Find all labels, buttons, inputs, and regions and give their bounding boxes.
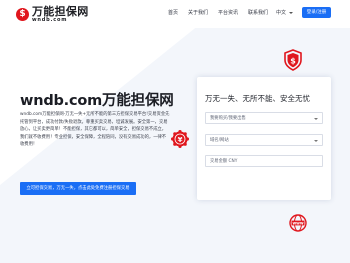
amount-input[interactable]: 交易金额 CNY — [205, 155, 323, 167]
login-register-button[interactable]: 登录/注册 — [302, 7, 331, 18]
amount-input-placeholder: 交易金额 CNY — [210, 159, 238, 164]
trade-form-card: 万无一失、无所不能、安全无忧 我要购买/我要出售 域名/网站 交易金额 CNY — [197, 77, 331, 200]
hero-title: wndb.com万能担保网 — [20, 93, 174, 109]
nav-item-home[interactable]: 首页 — [168, 9, 178, 16]
svg-text:¥: ¥ — [178, 136, 183, 144]
buy-sell-select-label: 我要购买/我要出售 — [210, 116, 246, 121]
brand-domain: wndb.com — [32, 16, 68, 23]
yuan-seal-icon: ¥ — [171, 130, 189, 148]
svg-text:$: $ — [290, 56, 296, 65]
chevron-down-icon — [314, 140, 318, 142]
dollar-seal-icon: $ — [284, 49, 302, 71]
top-header: 万能担保网 wndb.com 首页 关于我们 平台资讯 联系我们 中文 登录/注… — [0, 0, 350, 28]
item-type-select-label: 域名/网站 — [210, 138, 229, 143]
register-cta-button[interactable]: 立可担保交易，万无一失，点击此处免费注册担保交易 — [20, 182, 136, 195]
nav-item-about[interactable]: 关于我们 — [188, 9, 208, 16]
main-nav: 首页 关于我们 平台资讯 联系我们 — [168, 9, 278, 16]
chevron-down-icon — [289, 11, 294, 14]
brand-logo-icon — [16, 7, 29, 21]
nav-item-contact[interactable]: 联系我们 — [248, 9, 268, 16]
svg-text:www: www — [292, 221, 303, 226]
brand-logo-text: 万能担保网 wndb.com — [32, 6, 89, 23]
chevron-down-icon — [314, 118, 318, 120]
hero-description: wndb.com万能担保网-万无一失+无所不能的第三方担保交易平台!交易资金先托… — [20, 112, 170, 147]
brand-title: 万能担保网 — [32, 4, 89, 18]
language-select[interactable]: 中文 — [276, 9, 294, 16]
item-type-select[interactable]: 域名/网站 — [205, 134, 323, 146]
brand-logo[interactable]: 万能担保网 wndb.com — [16, 4, 89, 24]
buy-sell-select[interactable]: 我要购买/我要出售 — [205, 112, 323, 124]
nav-item-news[interactable]: 平台资讯 — [218, 9, 238, 16]
globe-seal-icon: www — [289, 214, 307, 232]
language-label: 中文 — [276, 10, 287, 16]
form-title: 万无一失、无所不能、安全无忧 — [205, 94, 310, 103]
